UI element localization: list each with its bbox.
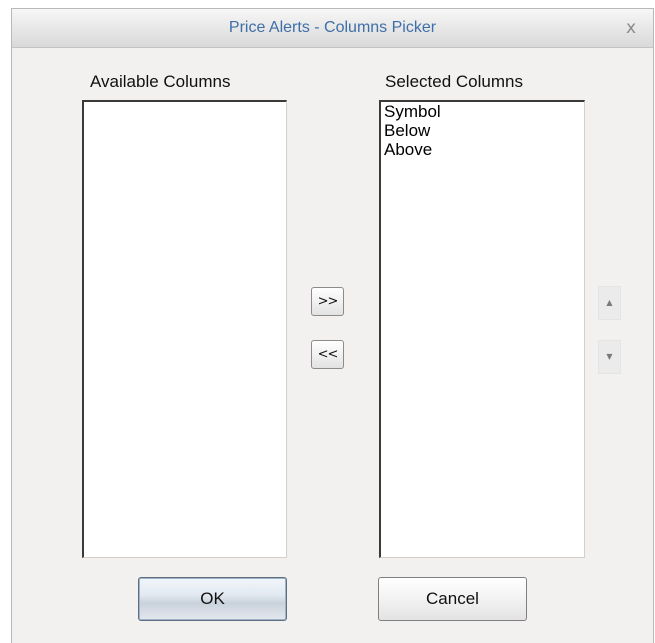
- ok-button[interactable]: OK: [138, 577, 287, 621]
- list-item[interactable]: Symbol: [381, 102, 584, 121]
- close-icon[interactable]: x: [621, 18, 641, 38]
- remove-column-button[interactable]: <<: [311, 340, 344, 369]
- triangle-up-icon: ▲: [606, 298, 613, 307]
- list-item[interactable]: Below: [381, 121, 584, 140]
- columns-picker-dialog: Price Alerts - Columns Picker x Availabl…: [11, 8, 654, 643]
- title-bar[interactable]: Price Alerts - Columns Picker x: [12, 9, 653, 48]
- selected-columns-list[interactable]: Symbol Below Above: [379, 100, 585, 558]
- add-column-button[interactable]: >>: [311, 287, 344, 316]
- selected-columns-label: Selected Columns: [385, 72, 523, 91]
- cancel-button[interactable]: Cancel: [378, 577, 527, 621]
- dialog-title: Price Alerts - Columns Picker: [228, 19, 437, 36]
- available-columns-list[interactable]: [82, 100, 287, 558]
- move-up-button[interactable]: ▲: [598, 286, 621, 320]
- triangle-down-icon: ▼: [606, 352, 613, 361]
- available-columns-label: Available Columns: [90, 72, 231, 91]
- move-down-button[interactable]: ▼: [598, 340, 621, 374]
- list-item[interactable]: Above: [381, 140, 584, 159]
